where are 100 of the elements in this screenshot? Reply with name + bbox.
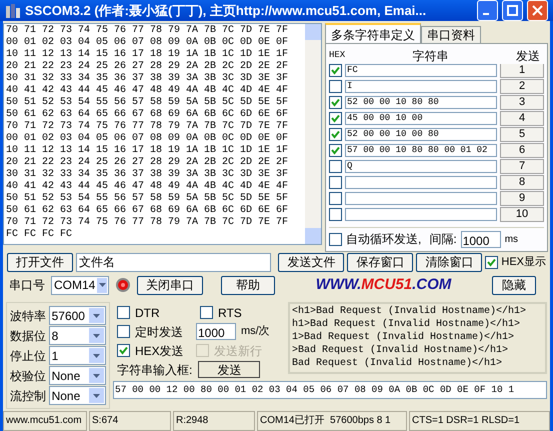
checkbox[interactable]: [329, 192, 342, 205]
string-field[interactable]: [345, 208, 497, 221]
string-field[interactable]: 52 00 00 10 00 80: [345, 128, 497, 141]
unit-label: ms: [504, 232, 518, 246]
maximize-icon: [507, 5, 518, 16]
string-field[interactable]: 45 00 00 10 00: [345, 112, 497, 125]
hex-line: 00 01 02 03 04 05 06 07 08 09 0A 0B 0C 0D 0E 0F: [6, 133, 288, 145]
column-header: 字符串: [412, 48, 450, 64]
setting-select[interactable]: None: [48, 366, 106, 385]
checkbox[interactable]: [117, 306, 130, 319]
string-field[interactable]: [345, 176, 497, 189]
send-string-button[interactable]: 6: [500, 143, 544, 158]
checkbox[interactable]: [329, 232, 342, 246]
setting-select[interactable]: None: [48, 386, 106, 405]
minimize-icon: [483, 12, 489, 14]
string-field[interactable]: 52 00 00 10 80 80: [345, 96, 497, 109]
close-button[interactable]: [527, 0, 548, 21]
receive-area[interactable]: [3, 23, 322, 245]
send-input-field[interactable]: 57 00 00 12 00 80 00 01 02 03 04 05 06 07 08 09 0A 0B 0C 0D 0E 0F 10 1: [113, 381, 547, 399]
status-field: R:2948: [173, 411, 255, 431]
hex-line: 70 71 72 73 74 75 76 77 78 79 7A 7B 7C 7D 7E 7F: [6, 25, 288, 37]
checkbox[interactable]: [329, 160, 342, 173]
send-string-button[interactable]: 9: [500, 191, 544, 206]
auto-loop-label: 自动循环发送,: [346, 231, 422, 248]
hex-line: 50 61 62 63 64 65 66 67 68 69 6A 6B 6C 6D 6E 6F: [6, 109, 288, 121]
button[interactable]: 隐藏: [492, 276, 536, 294]
checkbox[interactable]: [329, 176, 342, 189]
setting-select[interactable]: 57600: [48, 306, 106, 325]
hex-line: 20 21 22 23 24 25 26 27 28 29 2A 2B 2C 2D 2E 2F: [6, 157, 288, 169]
port-select[interactable]: COM14: [51, 276, 109, 294]
hex-line: 70 71 72 73 74 75 76 77 78 79 7A 7B 7C 7D 7E 7F: [6, 121, 288, 133]
string-field[interactable]: FC: [345, 64, 497, 77]
send-string-button[interactable]: 10: [500, 207, 544, 222]
send-string-button[interactable]: 3: [500, 95, 544, 110]
interval-field[interactable]: 1000: [460, 230, 501, 248]
hex-line: 30 31 32 33 34 35 36 37 38 39 3A 3B 3C 3D 3E 3F: [6, 169, 288, 181]
setting-label: 校验位: [10, 368, 47, 384]
tab[interactable]: 多条字符串定义: [325, 23, 421, 43]
tab[interactable]: 串口资料: [421, 26, 481, 43]
hex-line: 50 51 52 53 54 55 56 57 58 59 5A 5B 5C 5D 5E 5F: [6, 193, 288, 205]
check-icon: [331, 66, 340, 75]
send-button[interactable]: 发送: [198, 361, 260, 378]
checkbox[interactable]: [329, 80, 342, 93]
dtr-label: DTR: [135, 304, 161, 322]
scrollbar[interactable]: [305, 24, 321, 244]
hex-line: 10 11 12 13 14 15 16 17 18 19 1A 1B 1C 1D 1E 1F: [6, 145, 288, 157]
hex-line: 50 61 62 63 64 65 66 67 68 69 6A 6B 6C 6D 6E 6F: [6, 205, 288, 217]
window-title: SSCOM3.2 (作者:聂小猛(丁丁), 主页http://www.mcu51.com, Emai...: [25, 2, 428, 20]
setting-select[interactable]: 1: [48, 346, 106, 365]
setting-label: 停止位: [10, 348, 47, 364]
check-icon: [487, 258, 496, 266]
button[interactable]: 关闭串口: [137, 276, 203, 294]
button[interactable]: 清除窗口: [416, 252, 482, 272]
status-field: S:674: [89, 411, 171, 431]
checkbox[interactable]: [485, 256, 498, 268]
send-string-button[interactable]: 4: [500, 111, 544, 126]
hex-send-label: HEX发送: [135, 342, 185, 360]
rts-label: RTS: [218, 304, 242, 322]
response-line: >Bad Request (Invalid Hostname)</h1>: [292, 344, 508, 357]
send-newline-label: 发送新行: [214, 342, 262, 360]
button[interactable]: 保存窗口: [347, 252, 414, 272]
period-unit-label: ms/次: [241, 324, 270, 340]
checkbox[interactable]: [329, 64, 342, 77]
timed-send-label: 定时发送: [135, 324, 184, 340]
hex-line: 00 01 02 03 04 05 06 07 08 09 0A 0B 0C 0D 0E 0F: [6, 37, 288, 49]
checkbox[interactable]: [200, 306, 213, 319]
send-string-button[interactable]: 8: [500, 175, 544, 190]
string-field[interactable]: [345, 192, 497, 205]
checkbox[interactable]: [329, 96, 342, 109]
setting-label: 波特率: [10, 308, 47, 324]
response-line: 1>Bad Request (Invalid Hostname)</h1>: [292, 331, 514, 344]
maximize-button[interactable]: [502, 0, 523, 21]
checkbox[interactable]: [117, 325, 130, 338]
string-field[interactable]: Q: [345, 160, 497, 173]
string-field[interactable]: I: [345, 80, 497, 93]
send-string-button[interactable]: 5: [500, 127, 544, 142]
button[interactable]: 发送文件: [278, 252, 344, 272]
hex-line: 70 71 72 73 74 75 76 77 78 79 7A 7B 7C 7D 7E 7F: [6, 217, 288, 229]
response-line: h1>Bad Request (Invalid Hostname)</h1>: [292, 318, 520, 331]
send-string-button[interactable]: 1: [500, 64, 544, 78]
button[interactable]: 帮助: [221, 276, 275, 294]
input-label: 字符串输入框:: [117, 362, 192, 378]
send-string-button[interactable]: 7: [500, 159, 544, 174]
period-field[interactable]: 1000: [196, 323, 236, 340]
setting-label: 流控制: [10, 388, 47, 404]
checkbox[interactable]: [329, 144, 342, 157]
filename-field[interactable]: 文件名: [76, 252, 272, 272]
checkbox[interactable]: [329, 112, 342, 125]
checkbox[interactable]: [329, 208, 342, 221]
string-field[interactable]: 57 00 00 10 80 80 00 01 02: [345, 144, 497, 157]
checkbox[interactable]: [117, 344, 130, 357]
checkbox[interactable]: [329, 128, 342, 141]
setting-select[interactable]: 8: [48, 326, 106, 345]
minimize-button[interactable]: [477, 0, 498, 21]
response-line: <h1>Bad Request (Invalid Hostname)</h1>: [292, 305, 526, 318]
hex-line: 40 41 42 43 44 45 46 47 48 49 4A 4B 4C 4D 4E 4F: [6, 181, 288, 193]
button[interactable]: 打开文件: [7, 252, 73, 272]
hex-line: 20 21 22 23 24 25 26 27 28 29 2A 2B 2C 2D 2E 2F: [6, 61, 288, 73]
send-string-button[interactable]: 2: [500, 79, 544, 94]
port-label: 串口号: [9, 277, 45, 294]
